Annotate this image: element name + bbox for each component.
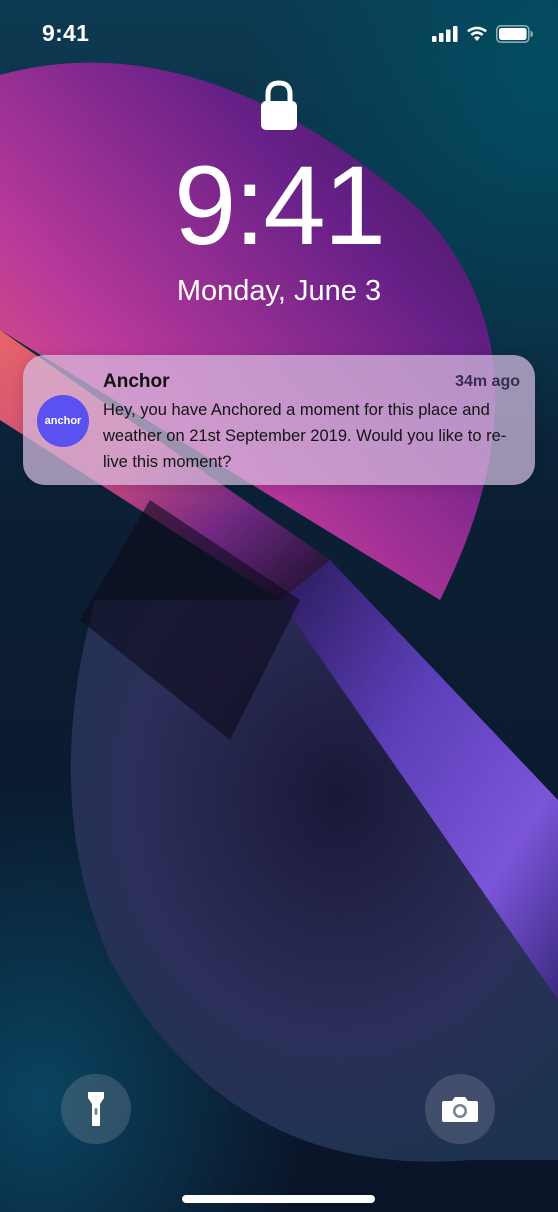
home-indicator[interactable] xyxy=(182,1195,375,1203)
status-time: 9:41 xyxy=(42,20,90,46)
status-bar: 9:41 xyxy=(0,0,558,70)
lock-screen: 9:41 9:41 Monday, June 3 anchor Anchor 3… xyxy=(0,0,558,1212)
notification-message: Hey, you have Anchored a moment for this… xyxy=(103,401,507,471)
status-icons xyxy=(432,24,534,44)
camera-button[interactable] xyxy=(425,1074,495,1144)
flashlight-button[interactable] xyxy=(61,1074,131,1144)
notification-time: 34m ago xyxy=(455,373,520,390)
lock-clock: 9:41 xyxy=(174,143,386,268)
cellular-signal-icon xyxy=(432,26,458,42)
flashlight-icon xyxy=(88,1092,104,1126)
notification-app-name: Anchor xyxy=(103,371,170,392)
battery-icon xyxy=(496,25,533,43)
wifi-icon xyxy=(467,26,487,41)
lock-icon xyxy=(261,80,297,130)
camera-icon xyxy=(442,1097,478,1122)
notification-card[interactable]: anchor Anchor 34m ago Hey, you have Anch… xyxy=(23,355,535,485)
app-icon: anchor xyxy=(37,395,89,447)
app-icon-label: anchor xyxy=(44,415,82,427)
lock-date: Monday, June 3 xyxy=(176,275,382,307)
